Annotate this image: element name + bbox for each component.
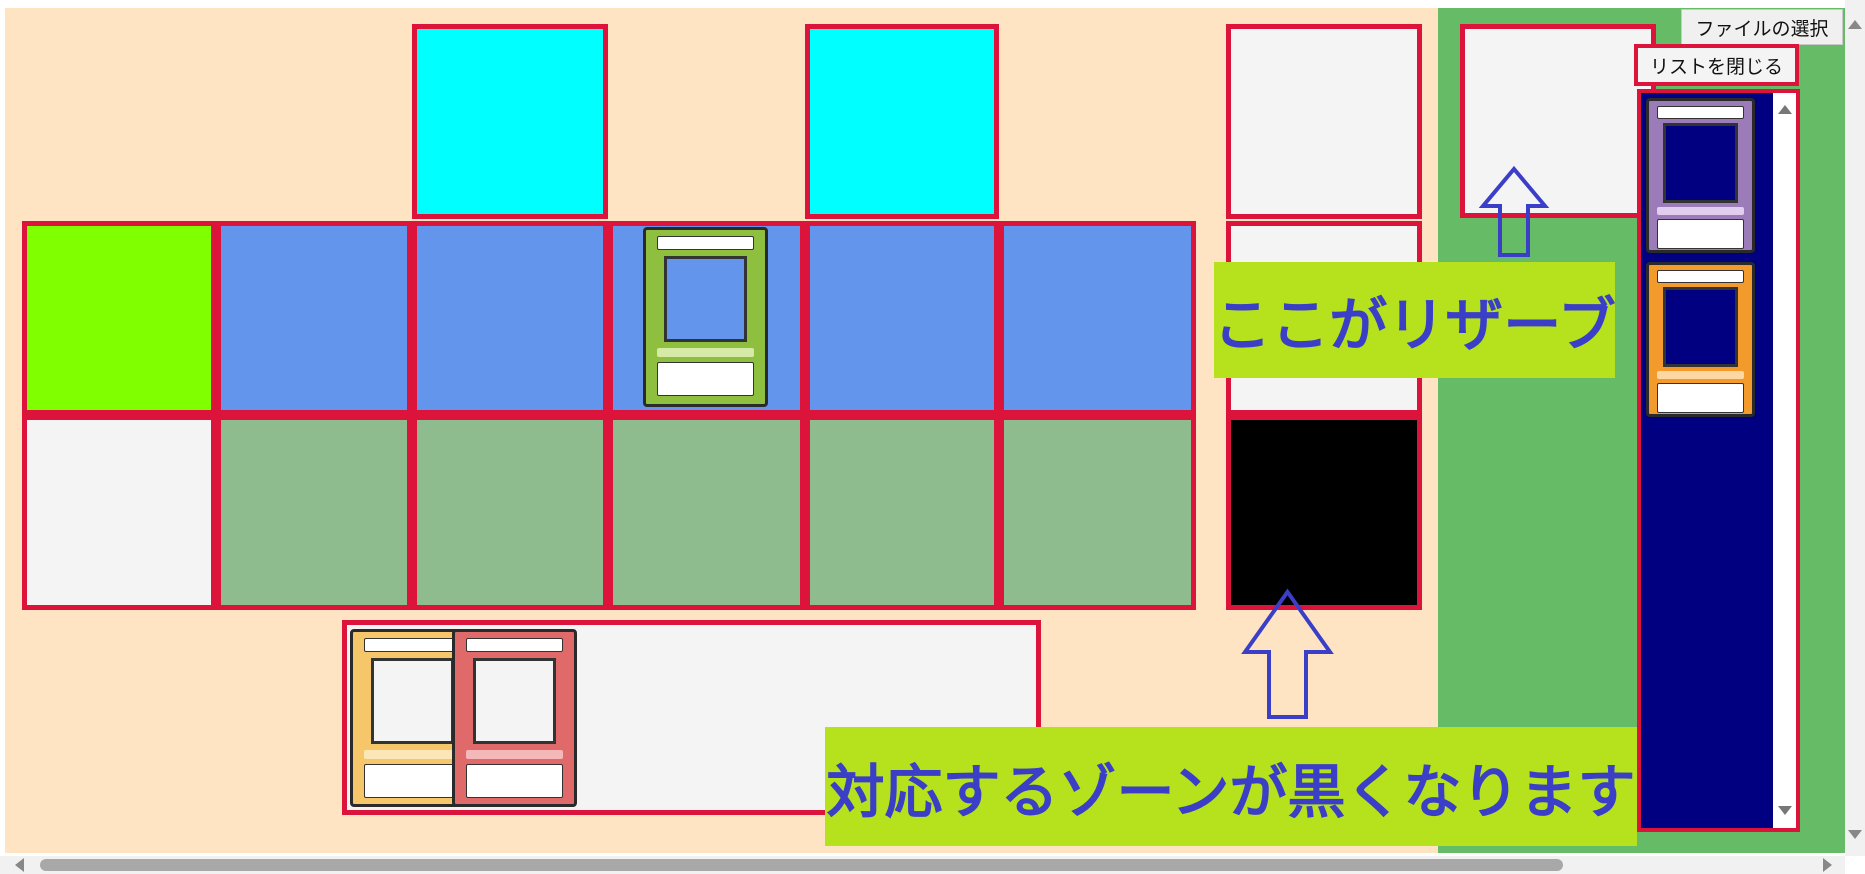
card-art-window (1663, 123, 1738, 203)
deck-zone[interactable] (22, 415, 216, 610)
side-zone-highlighted[interactable] (1226, 415, 1422, 610)
card-title-box (364, 638, 461, 652)
scroll-up-icon[interactable] (1848, 20, 1862, 29)
zone-callout: 対応するゾーンが黒くなります (825, 727, 1637, 846)
card-title-box (1657, 270, 1744, 283)
back-zone-5[interactable] (999, 415, 1196, 610)
top-zone-right[interactable] (805, 24, 999, 219)
file-select-button[interactable]: ファイルの選択 (1681, 9, 1843, 45)
list-card-purple[interactable] (1646, 98, 1755, 253)
leader-zone[interactable] (22, 221, 216, 415)
scroll-down-icon[interactable] (1848, 830, 1862, 839)
card-stripe (1657, 207, 1744, 215)
card-art-window (664, 256, 747, 342)
back-zone-3[interactable] (608, 415, 805, 610)
card-stripe (657, 348, 754, 357)
hand-card-red[interactable] (452, 629, 577, 807)
arrow-up-reserve-icon (1478, 165, 1550, 257)
reserve-callout: ここがリザーブ (1213, 262, 1616, 378)
back-zone-1[interactable] (216, 415, 412, 610)
card-text-box (657, 362, 754, 396)
scroll-left-icon[interactable] (15, 858, 24, 872)
card-text-box (1657, 383, 1744, 413)
front-zone-2[interactable] (412, 221, 608, 415)
card-title-box (1657, 106, 1744, 119)
scroll-right-icon[interactable] (1823, 858, 1832, 872)
field-card[interactable] (643, 227, 768, 407)
arrow-up-zone-icon (1241, 588, 1334, 719)
card-stripe (1657, 371, 1744, 379)
vertical-scrollbar[interactable] (1845, 0, 1865, 856)
list-scroll-down-icon[interactable] (1778, 806, 1792, 815)
card-stripe (466, 750, 563, 759)
side-zone-top[interactable] (1226, 24, 1422, 219)
card-text-box (466, 764, 563, 798)
front-zone-4[interactable] (805, 221, 999, 415)
list-scroll-up-icon[interactable] (1778, 105, 1792, 114)
list-card-orange[interactable] (1646, 262, 1755, 417)
card-title-box (466, 638, 563, 652)
card-art-window (473, 658, 556, 744)
card-title-box (657, 236, 754, 250)
card-list-scrollbar[interactable] (1773, 93, 1796, 828)
card-stripe (364, 750, 461, 759)
horizontal-scrollbar-thumb[interactable] (40, 859, 1563, 871)
card-text-box (1657, 219, 1744, 249)
card-art-window (371, 658, 454, 744)
back-zone-2[interactable] (412, 415, 608, 610)
card-text-box (364, 764, 461, 798)
front-zone-5[interactable] (999, 221, 1196, 415)
top-zone-left[interactable] (412, 24, 608, 219)
front-zone-1[interactable] (216, 221, 412, 415)
back-zone-4[interactable] (805, 415, 999, 610)
card-art-window (1663, 287, 1738, 367)
close-list-button[interactable]: リストを閉じる (1634, 44, 1799, 86)
